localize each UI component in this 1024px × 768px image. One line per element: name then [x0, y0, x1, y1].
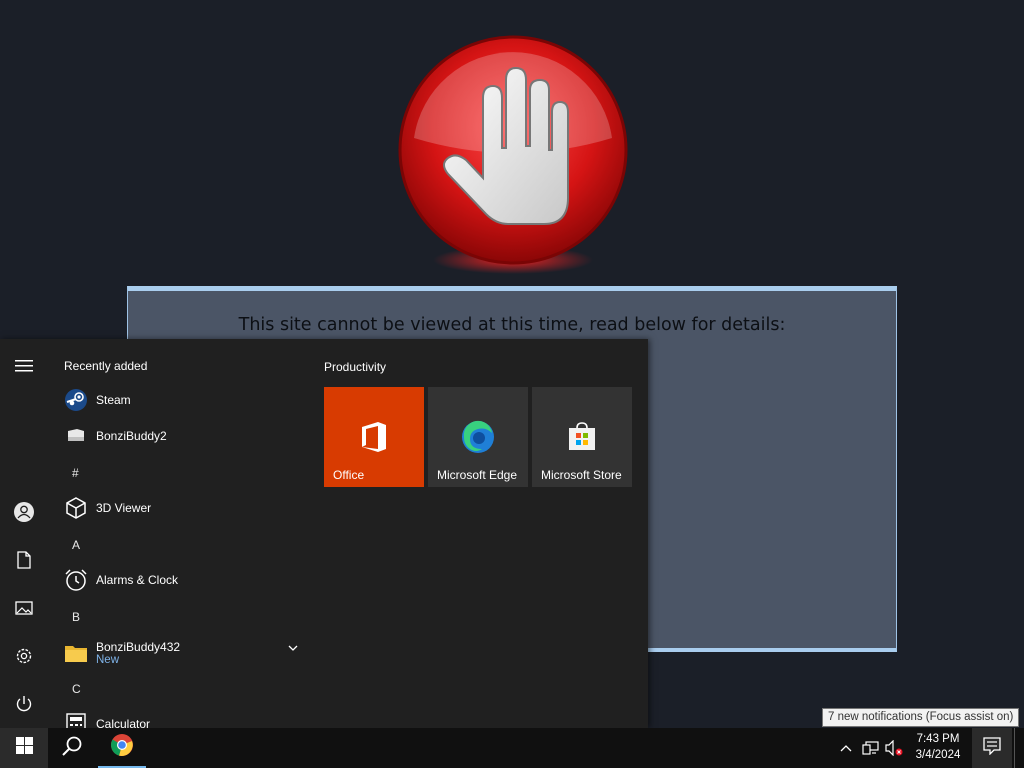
store-icon: [564, 419, 600, 455]
stop-hand-icon: [398, 35, 628, 274]
letter-header-a[interactable]: A: [72, 538, 80, 552]
clock-time: 7:43 PM: [916, 733, 960, 745]
tile-office[interactable]: Office: [324, 387, 424, 487]
start-menu: Recently added Steam BonziBuddy2 # 3D Vi…: [0, 339, 648, 728]
notification-tooltip: 7 new notifications (Focus assist on): [822, 708, 1020, 727]
tile-microsoft-edge[interactable]: Microsoft Edge: [428, 387, 528, 487]
app-3d-viewer[interactable]: 3D Viewer: [64, 490, 304, 526]
office-icon: [356, 419, 392, 455]
start-button[interactable]: [0, 728, 48, 768]
power-icon[interactable]: [12, 692, 36, 716]
chrome-icon: [110, 733, 134, 762]
calculator-icon: [64, 712, 88, 728]
app-label: Calculator: [96, 717, 151, 728]
clock[interactable]: 7:43 PM 3/4/2024: [906, 731, 970, 763]
settings-icon[interactable]: [12, 644, 36, 668]
clock-date: 3/4/2024: [915, 749, 961, 761]
tile-label: Office: [333, 468, 365, 482]
notification-icon: [983, 736, 1001, 760]
edge-icon: [460, 419, 496, 455]
documents-icon[interactable]: [12, 548, 36, 572]
stop-hand-logo: [388, 28, 638, 278]
app-alarms-clock[interactable]: Alarms & Clock: [64, 562, 304, 598]
user-icon[interactable]: [12, 500, 36, 524]
app-label: Alarms & Clock: [96, 573, 179, 587]
recently-added-header: Recently added: [64, 359, 148, 373]
steam-icon: [64, 388, 88, 412]
taskbar: 7:43 PM 3/4/2024: [0, 728, 1024, 768]
tile-microsoft-store[interactable]: Microsoft Store: [532, 387, 632, 487]
app-list: Recently added Steam BonziBuddy2 # 3D Vi…: [48, 339, 312, 728]
volume-muted-icon[interactable]: [884, 728, 906, 768]
tile-label: Microsoft Store: [541, 468, 622, 482]
app-steam[interactable]: Steam: [64, 382, 304, 418]
show-desktop-button[interactable]: [1014, 728, 1020, 768]
app-bonzibuddy2[interactable]: BonziBuddy2: [64, 418, 304, 454]
chrome-taskbar-button[interactable]: [98, 728, 146, 768]
app-label: 3D Viewer: [96, 501, 152, 515]
file-icon: [64, 424, 88, 448]
chevron-down-icon[interactable]: [288, 638, 298, 656]
tiles-area: Productivity Office Microsoft Edge Micro…: [312, 339, 648, 728]
folder-icon: [64, 641, 88, 665]
network-icon[interactable]: [860, 728, 882, 768]
menu-icon[interactable]: [12, 354, 36, 378]
letter-header-b[interactable]: B: [72, 610, 80, 624]
block-heading: This site cannot be viewed at this time,…: [238, 315, 786, 335]
tile-label: Microsoft Edge: [437, 468, 518, 482]
search-icon: [61, 735, 83, 762]
alarm-clock-icon: [64, 568, 88, 592]
pictures-icon[interactable]: [12, 596, 36, 620]
action-center-button[interactable]: [972, 728, 1012, 768]
start-icon: [15, 737, 33, 759]
chevron-up-icon[interactable]: [836, 728, 856, 768]
app-label: BonziBuddy432: [96, 640, 181, 654]
letter-header-c[interactable]: C: [72, 682, 81, 696]
productivity-group-header: Productivity: [324, 360, 387, 374]
app-bonzibuddy432[interactable]: BonziBuddy432 New: [64, 634, 304, 672]
letter-header-hash[interactable]: #: [72, 466, 79, 480]
new-badge: New: [96, 654, 120, 666]
cube-icon: [64, 496, 88, 520]
start-rail: [0, 339, 48, 728]
search-button[interactable]: [48, 728, 96, 768]
app-label: BonziBuddy2: [96, 429, 167, 443]
app-label: Steam: [96, 393, 131, 407]
app-calculator[interactable]: Calculator: [64, 706, 304, 728]
